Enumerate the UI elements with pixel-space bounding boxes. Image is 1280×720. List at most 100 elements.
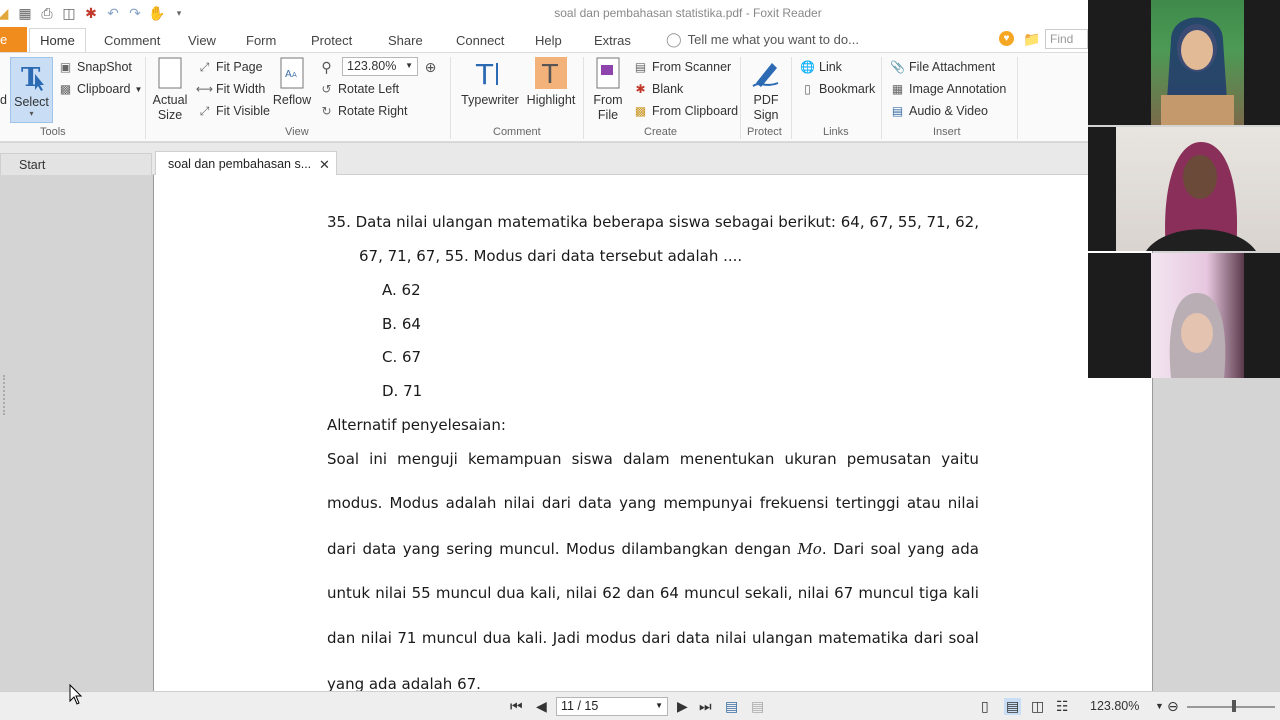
single-page-icon[interactable]: ▯ <box>981 698 989 715</box>
typewriter-icon: T <box>474 57 506 89</box>
find-input[interactable]: Find <box>1045 29 1088 49</box>
word: kali, <box>529 584 561 602</box>
next-view-icon[interactable]: ▤ <box>751 698 764 715</box>
tab-help[interactable]: Help <box>535 33 562 48</box>
page-number-input[interactable]: 11 / 15 ▼ <box>556 697 668 716</box>
tab-protect[interactable]: Protect <box>311 33 352 48</box>
pdf-page[interactable]: 35. Data nilai ulangan matematika beberapa sis… <box>153 175 1153 693</box>
film-icon: ▤ <box>891 104 904 118</box>
close-icon[interactable]: ✕ <box>319 157 330 173</box>
fit-page-button[interactable]: ⤢ Fit Page <box>197 58 263 76</box>
zoom-slider-thumb[interactable] <box>1232 700 1236 712</box>
word: Soal <box>327 450 360 468</box>
solution-line: modus. Modus adalah nilai dari data yang mempun… <box>327 494 979 512</box>
bookmark-button[interactable]: ▯ Bookmark <box>800 80 875 98</box>
word: Modus <box>389 494 439 512</box>
word: soal <box>948 629 979 647</box>
tab-document[interactable]: soal dan pembahasan s... <box>155 151 337 176</box>
word: yang <box>619 494 657 512</box>
fit-page-icon: ⤢ <box>199 59 210 74</box>
word: 67, <box>869 213 894 231</box>
word: mempunyai <box>663 494 753 512</box>
tab-start[interactable]: Start <box>0 153 152 175</box>
tools-group-label: Tools <box>40 126 66 138</box>
solution-line: dari data yang sering muncul. Modus dilambangk… <box>327 540 979 558</box>
word: 35. <box>327 213 351 231</box>
pdf-sign-button[interactable]: PDF Sign <box>746 57 786 123</box>
solution-line: Soal ini menguji kemampuan siswa dalam menentu… <box>327 450 979 468</box>
video-participant-2[interactable] <box>1088 127 1280 251</box>
separator <box>583 57 584 139</box>
blank-button[interactable]: ✱ Blank <box>633 80 683 98</box>
word: yang <box>907 540 945 558</box>
word: ulangan <box>432 213 493 231</box>
reflow-button[interactable]: AA Reflow <box>272 57 312 108</box>
tab-comment[interactable]: Comment <box>104 33 160 48</box>
zoom-dropdown-icon[interactable]: ▼ <box>1155 701 1164 711</box>
word: dan <box>327 629 356 647</box>
heart-icon[interactable]: ♥ <box>999 31 1014 46</box>
folder-search-icon[interactable]: 📁 <box>1023 31 1040 48</box>
tell-me-search[interactable]: ◯ Tell me what you want to do... <box>666 31 859 48</box>
select-button[interactable]: T Select ▾ <box>10 57 53 123</box>
tab-extras[interactable]: Extras <box>594 33 631 48</box>
zoom-slider-track[interactable] <box>1187 706 1275 708</box>
zoom-level-select[interactable]: 123.80% ▼ <box>342 57 418 76</box>
word: sebagai <box>714 213 774 231</box>
clipboard-dropdown-icon: ▼ <box>134 84 143 94</box>
tab-form[interactable]: Form <box>246 33 276 48</box>
tab-file[interactable]: e <box>0 27 27 52</box>
facing-pages-icon[interactable]: ◫ <box>1031 698 1044 715</box>
from-clipboard-button[interactable]: ▩ From Clipboard <box>633 102 738 120</box>
from-scanner-button[interactable]: ▤ From Scanner <box>633 58 731 76</box>
word: 62, <box>955 213 979 231</box>
snapshot-button[interactable]: ▣ SnapShot <box>58 58 132 76</box>
typewriter-button[interactable]: T Typewriter <box>458 57 522 108</box>
word: data <box>578 494 612 512</box>
solution-line: dan nilai 71 muncul dua kali. Jadi modus dari dat… <box>327 629 979 647</box>
question-line-2: 67, 71, 67, 55. Modus dari data tersebut… <box>359 247 743 265</box>
clipboard-page-icon: ▩ <box>634 104 647 118</box>
clipboard-button[interactable]: ▩ Clipboard ▼ <box>58 80 143 98</box>
link-button[interactable]: 🌐 Link <box>800 58 842 76</box>
zoom-status-value[interactable]: 123.80% <box>1090 699 1139 713</box>
question-line-1: 35. Data nilai ulangan matematika beberapa sis… <box>327 213 979 231</box>
audio-video-button[interactable]: ▤ Audio & Video <box>890 102 988 120</box>
last-page-icon[interactable]: ⏭ <box>699 698 712 715</box>
continuous-page-icon[interactable]: ▤ <box>1004 698 1022 715</box>
rotate-right-button[interactable]: ↻ Rotate Right <box>319 102 407 120</box>
word: sekali, <box>744 584 793 602</box>
from-file-button[interactable]: From File <box>590 57 626 123</box>
first-page-icon[interactable]: ⏮ <box>510 698 523 715</box>
comment-group-label: Comment <box>493 126 541 138</box>
word: adalah <box>445 494 497 512</box>
fit-width-button[interactable]: ⟷ Fit Width <box>196 80 265 98</box>
tab-connect[interactable]: Connect <box>456 33 504 48</box>
word: 55, <box>897 213 922 231</box>
actual-size-button[interactable]: Actual Size <box>151 57 189 123</box>
word: modus <box>585 629 637 647</box>
highlight-button[interactable]: T Highlight <box>525 57 577 108</box>
word: kali. <box>516 629 548 647</box>
previous-view-icon[interactable]: ▤ <box>725 698 738 715</box>
image-annotation-button[interactable]: ▦ Image Annotation <box>890 80 1006 98</box>
previous-page-icon[interactable]: ◀ <box>536 698 547 715</box>
file-attachment-button[interactable]: 📎 File Attachment <box>890 58 995 76</box>
video-participant-1[interactable] <box>1088 0 1280 125</box>
zoom-out-circle-icon[interactable]: ⊖ <box>1167 698 1179 715</box>
word: muncul <box>421 629 478 647</box>
zoom-out-button[interactable]: ⚲ <box>319 58 334 76</box>
word: dua <box>496 584 525 602</box>
next-page-icon[interactable]: ▶ <box>677 698 688 715</box>
zoom-in-button[interactable]: ⊕ <box>423 58 438 76</box>
video-participant-3[interactable] <box>1088 253 1280 378</box>
splitter-handle[interactable] <box>3 375 5 415</box>
tab-home[interactable]: Home <box>29 28 86 53</box>
tab-share[interactable]: Share <box>388 33 423 48</box>
fit-visible-button[interactable]: ⤢ Fit Visible <box>197 102 270 120</box>
word: yang <box>402 540 440 558</box>
continuous-facing-icon[interactable]: ☷ <box>1056 698 1069 715</box>
tab-view[interactable]: View <box>188 33 216 48</box>
word: Dari <box>833 540 865 558</box>
rotate-left-button[interactable]: ↺ Rotate Left <box>319 80 399 98</box>
